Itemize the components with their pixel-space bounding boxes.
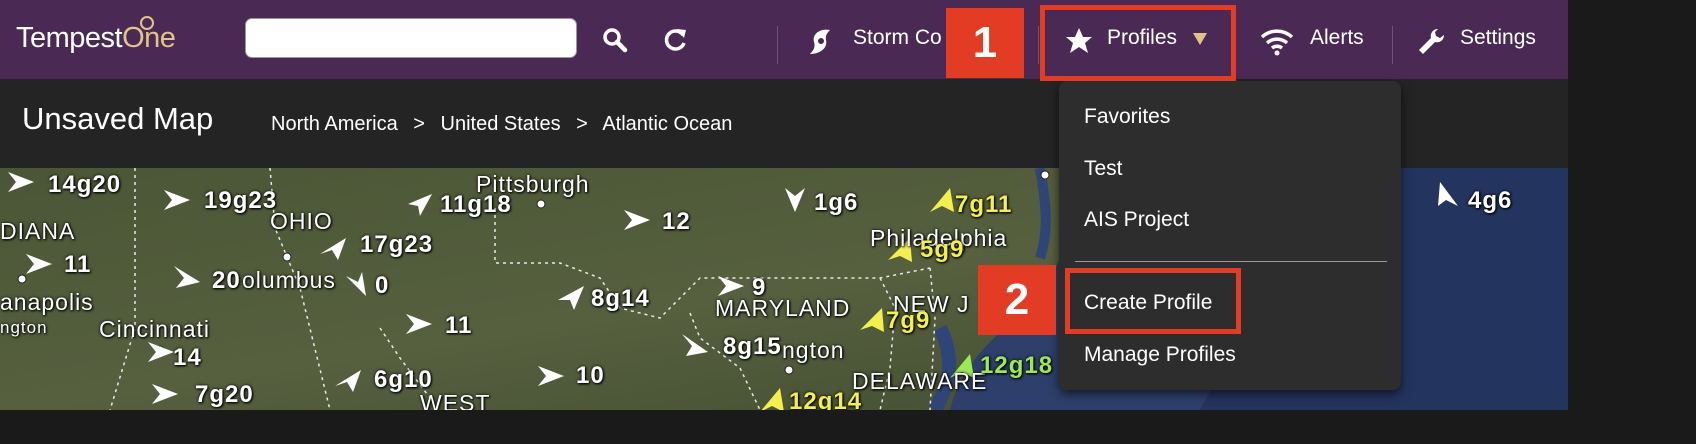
wind-label: 9: [752, 274, 767, 301]
wrench-icon: [1419, 28, 1445, 54]
toolbar-divider: [1392, 26, 1393, 64]
wind-label: 20: [212, 267, 241, 294]
wind-arrow-icon[interactable]: [928, 188, 958, 212]
place-label: ngton: [0, 318, 48, 337]
callout-badge-2: 2: [978, 265, 1056, 335]
settings-menu[interactable]: Settings: [1460, 26, 1536, 50]
toolbar-divider: [777, 26, 778, 64]
wind-label: 0: [375, 272, 390, 299]
wind-arrow-icon[interactable]: [24, 252, 54, 276]
menu-item-ais-project[interactable]: AIS Project: [1084, 208, 1189, 232]
wind-arrow-icon[interactable]: [146, 340, 176, 364]
wind-arrow-icon[interactable]: [318, 236, 348, 260]
wind-label: 12g18: [980, 352, 1054, 379]
wind-label: 5g9: [920, 236, 965, 263]
wind-arrow-icon[interactable]: [758, 388, 788, 410]
wind-label: 14: [173, 344, 202, 371]
breadcrumb-atlantic-ocean[interactable]: Atlantic Ocean: [602, 113, 732, 135]
place-label: olumbus: [242, 267, 336, 293]
breadcrumb-united-states[interactable]: United States: [441, 113, 561, 135]
top-navigation-bar: TempestOne Storm Co Profiles Alerts Sett…: [0, 0, 1568, 79]
place-label: DIANA: [0, 218, 76, 244]
wind-arrow-icon[interactable]: [536, 364, 566, 388]
wind-arrow-icon[interactable]: [1432, 182, 1462, 206]
wind-label: 6g10: [374, 366, 433, 393]
search-icon[interactable]: [601, 26, 629, 54]
storm-center-menu[interactable]: Storm Co: [853, 26, 942, 50]
wind-arrow-icon[interactable]: [172, 264, 202, 288]
breadcrumb-separator: >: [576, 113, 588, 135]
menu-item-favorites[interactable]: Favorites: [1084, 105, 1170, 129]
wind-arrow-icon[interactable]: [781, 188, 811, 212]
wind-label: 1g6: [814, 189, 859, 216]
wifi-icon: [1260, 29, 1294, 56]
callout-badge-1: 1: [946, 8, 1024, 78]
logo-main-text: Tempest: [16, 22, 123, 54]
wind-label: 11: [64, 251, 92, 278]
menu-item-test[interactable]: Test: [1084, 157, 1123, 181]
menu-divider: [1075, 261, 1387, 262]
place-label: MARYLAND: [715, 295, 851, 321]
wind-label: 4g6: [1468, 187, 1513, 214]
wind-label: 14g20: [48, 171, 122, 198]
place-label: Cincinnati: [99, 316, 210, 342]
wind-label: 7g9: [886, 307, 931, 334]
breadcrumb-separator: >: [413, 113, 425, 135]
wind-label: 12g14: [789, 388, 863, 410]
tempest-one-logo[interactable]: TempestOne: [16, 16, 176, 55]
create-profile-highlight-box: [1065, 268, 1241, 334]
search-input[interactable]: [245, 18, 577, 58]
wind-label: 10: [576, 362, 605, 389]
place-label: DELAWARE: [852, 368, 988, 394]
place-label: OHIO: [270, 208, 333, 234]
breadcrumb: North America > United States > Atlantic…: [271, 113, 742, 136]
wind-arrow-icon[interactable]: [622, 208, 652, 232]
wind-label: 19g23: [204, 187, 278, 214]
refresh-icon[interactable]: [662, 26, 690, 54]
storm-icon: [810, 29, 830, 54]
wind-label: 12: [662, 208, 691, 235]
wind-label: 17g23: [360, 231, 434, 258]
profiles-highlight-box: [1040, 5, 1236, 81]
wind-arrow-icon[interactable]: [858, 308, 888, 332]
place-label: anapolis: [0, 289, 94, 315]
wind-label: 11: [445, 312, 473, 339]
wind-label: 8g14: [591, 285, 650, 312]
wind-arrow-icon[interactable]: [162, 188, 192, 212]
wind-arrow-icon[interactable]: [344, 272, 374, 296]
place-label: ngton: [782, 337, 845, 363]
toolbar-divider: [1038, 26, 1039, 64]
wind-arrow-icon[interactable]: [6, 170, 36, 194]
alerts-menu[interactable]: Alerts: [1310, 26, 1364, 50]
wind-arrow-icon[interactable]: [404, 192, 434, 216]
wind-label: 7g20: [195, 381, 254, 408]
wind-arrow-icon[interactable]: [333, 368, 363, 392]
wind-arrow-icon[interactable]: [150, 382, 180, 406]
logo-ring-mark: [140, 16, 154, 30]
wind-label: 11g18: [440, 191, 512, 218]
wind-arrow-icon[interactable]: [404, 312, 434, 336]
wind-label: 8g15: [723, 333, 782, 360]
wind-arrow-icon[interactable]: [680, 332, 710, 356]
wind-arrow-icon[interactable]: [556, 286, 586, 310]
wind-label: 7g11: [955, 191, 1013, 218]
breadcrumb-north-america[interactable]: North America: [271, 113, 398, 135]
menu-item-manage-profiles[interactable]: Manage Profiles: [1084, 343, 1236, 367]
profiles-dropdown-menu: Favorites Test AIS Project Create Profil…: [1059, 81, 1401, 390]
map-title: Unsaved Map: [22, 101, 214, 136]
